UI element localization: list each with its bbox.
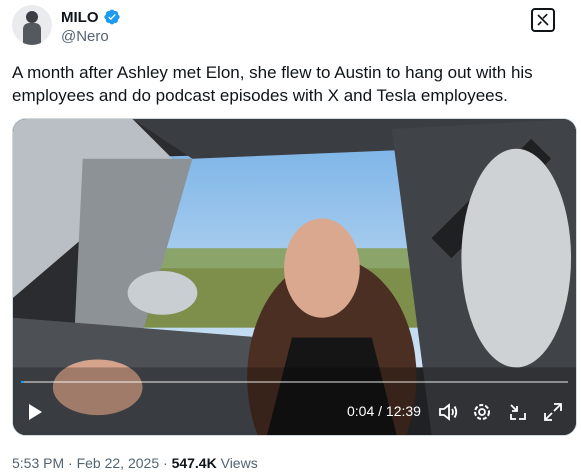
display-name[interactable]: MILO <box>61 9 99 26</box>
views-label: Views <box>220 455 258 471</box>
tweet-text: A month after Ashley met Elon, she flew … <box>12 63 533 105</box>
grok-icon[interactable] <box>531 8 555 32</box>
video-controls: 0:04 / 12:39 <box>13 391 576 435</box>
verified-badge-icon <box>103 9 120 25</box>
author-names: MILO @Nero <box>61 7 121 45</box>
video-progress-track[interactable] <box>21 381 568 383</box>
views-count: 547.4K <box>171 455 217 471</box>
video-progress-fill <box>21 381 24 383</box>
video-player[interactable]: 0:04 / 12:39 <box>12 118 577 436</box>
meta-separator: · <box>68 455 73 471</box>
tweet-meta: 5:53 PM · Feb 22, 2025 · 547.4K Views <box>12 455 258 471</box>
avatar[interactable] <box>12 5 52 45</box>
author-handle[interactable]: @Nero <box>61 28 121 45</box>
play-icon[interactable] <box>25 402 45 422</box>
settings-icon[interactable] <box>471 401 493 423</box>
avatar-head-shape <box>26 11 38 23</box>
post-date[interactable]: Feb 22, 2025 <box>77 455 160 471</box>
fullscreen-icon[interactable] <box>542 401 564 423</box>
video-time-display: 0:04 / 12:39 <box>347 403 421 419</box>
tweet-header: MILO @Nero <box>12 4 569 50</box>
meta-separator-2: · <box>163 455 168 471</box>
display-name-row: MILO <box>61 7 121 27</box>
pip-icon[interactable] <box>507 401 529 423</box>
post-time[interactable]: 5:53 PM <box>12 455 64 471</box>
avatar-body-shape <box>23 23 41 45</box>
volume-icon[interactable] <box>437 401 459 423</box>
video-frame-image <box>13 119 576 435</box>
